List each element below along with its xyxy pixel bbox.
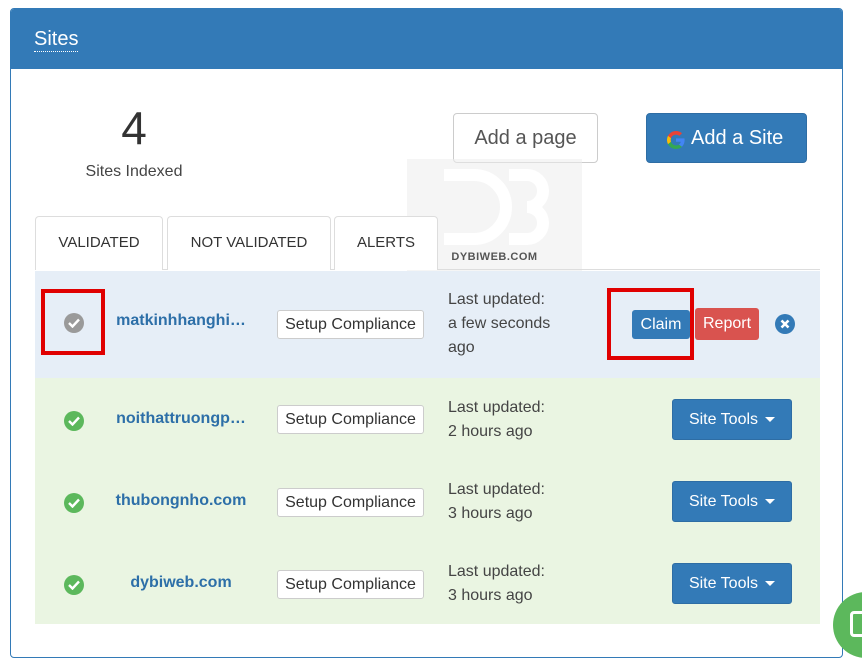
chat-icon bbox=[850, 611, 862, 637]
check-circle-icon bbox=[64, 575, 84, 595]
last-updated-value: 2 hours ago bbox=[448, 423, 533, 440]
tab-not-validated[interactable]: NOT VALIDATED bbox=[167, 216, 331, 270]
tab-validated[interactable]: VALIDATED bbox=[35, 216, 163, 270]
panel-header: Sites bbox=[11, 9, 842, 69]
last-updated-label: Last updated: bbox=[448, 399, 545, 416]
site-tools-button[interactable]: Site Tools bbox=[672, 481, 792, 522]
sites-panel: Sites 4 Sites Indexed Add a page Add a S… bbox=[10, 8, 843, 658]
check-circle-icon bbox=[64, 493, 84, 513]
last-updated-value: a few seconds bbox=[448, 315, 551, 332]
setup-compliance-button[interactable]: Setup Compliance bbox=[277, 488, 424, 517]
sites-count: 4 bbox=[121, 102, 147, 154]
setup-compliance-button[interactable]: Setup Compliance bbox=[277, 570, 424, 599]
site-link[interactable]: dybiweb.com bbox=[111, 574, 251, 592]
times-circle-icon[interactable] bbox=[775, 314, 795, 334]
table-row: matkinhhanghi… Setup Compliance Last upd… bbox=[35, 271, 820, 378]
tab-alerts[interactable]: ALERTS bbox=[334, 216, 438, 270]
caret-down-icon bbox=[765, 499, 776, 505]
site-tools-label: Site Tools bbox=[688, 411, 759, 428]
caret-down-icon bbox=[765, 581, 776, 587]
last-updated-label: Last updated: bbox=[448, 291, 545, 308]
last-updated-value-cont: ago bbox=[448, 339, 475, 356]
site-tools-label: Site Tools bbox=[688, 575, 759, 592]
caret-down-icon bbox=[765, 417, 776, 423]
site-link[interactable]: noithattruongp… bbox=[111, 410, 251, 428]
last-updated-value: 3 hours ago bbox=[448, 505, 533, 522]
site-link[interactable]: matkinhhanghi… bbox=[111, 312, 251, 330]
claim-button[interactable]: Claim bbox=[632, 310, 690, 339]
panel-title[interactable]: Sites bbox=[34, 28, 79, 52]
table-row: dybiweb.com Setup Compliance Last update… bbox=[35, 542, 820, 624]
add-site-button[interactable]: Add a Site bbox=[646, 113, 807, 163]
check-circle-icon bbox=[64, 313, 84, 333]
sites-table: matkinhhanghi… Setup Compliance Last upd… bbox=[35, 271, 820, 624]
last-updated-label: Last updated: bbox=[448, 563, 545, 580]
table-row: thubongnho.com Setup Compliance Last upd… bbox=[35, 460, 820, 542]
check-circle-icon bbox=[64, 411, 84, 431]
report-button[interactable]: Report bbox=[695, 308, 759, 340]
last-updated-value: 3 hours ago bbox=[448, 587, 533, 604]
sites-count-label: Sites Indexed bbox=[85, 163, 183, 180]
setup-compliance-button[interactable]: Setup Compliance bbox=[277, 310, 424, 339]
table-row: noithattruongp… Setup Compliance Last up… bbox=[35, 378, 820, 460]
site-link[interactable]: thubongnho.com bbox=[111, 492, 251, 510]
add-site-label: Add a Site bbox=[691, 127, 784, 149]
setup-compliance-button[interactable]: Setup Compliance bbox=[277, 405, 424, 434]
site-tools-label: Site Tools bbox=[688, 493, 759, 510]
site-tools-button[interactable]: Site Tools bbox=[672, 399, 792, 440]
last-updated-label: Last updated: bbox=[448, 481, 545, 498]
site-tools-button[interactable]: Site Tools bbox=[672, 563, 792, 604]
google-g-icon bbox=[667, 131, 685, 149]
add-page-button[interactable]: Add a page bbox=[453, 113, 598, 163]
site-tabs: VALIDATED NOT VALIDATED ALERTS bbox=[35, 216, 820, 270]
